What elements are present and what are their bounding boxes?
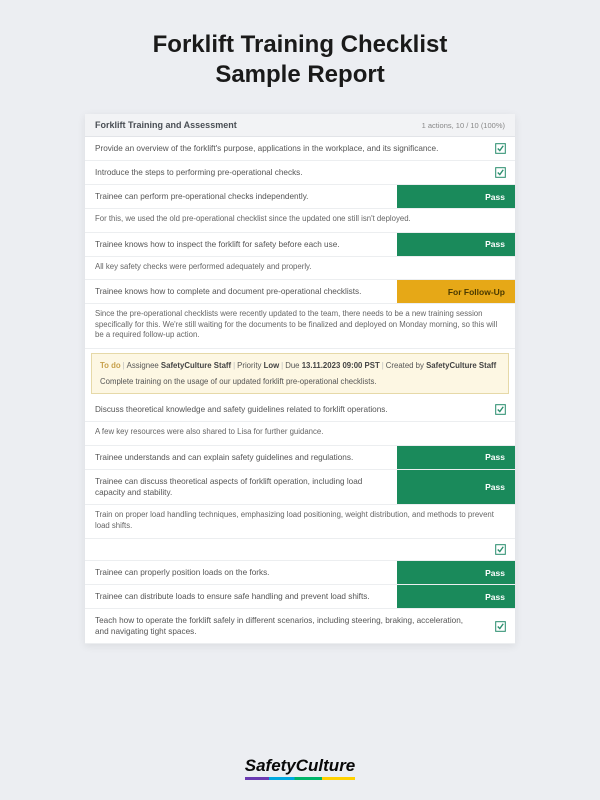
badge-row: Trainee knows how to inspect the forklif… bbox=[85, 233, 515, 257]
note-row: Since the pre-operational checklists wer… bbox=[85, 304, 515, 349]
check-row: Provide an overview of the forklift's pu… bbox=[85, 137, 515, 161]
status-badge: Pass bbox=[397, 561, 515, 584]
report-header-meta: 1 actions, 10 / 10 (100%) bbox=[422, 121, 505, 130]
report-header-title: Forklift Training and Assessment bbox=[95, 120, 237, 130]
report-header: Forklift Training and Assessment 1 actio… bbox=[85, 114, 515, 137]
badge-row: Trainee can discuss theoretical aspects … bbox=[85, 470, 515, 505]
check-icon bbox=[495, 621, 506, 632]
check-cell bbox=[485, 161, 515, 184]
row-text: Trainee understands and can explain safe… bbox=[85, 446, 397, 469]
todo-label: To do bbox=[100, 361, 121, 370]
status-badge: For Follow-Up bbox=[397, 280, 515, 303]
note-row: All key safety checks were performed ade… bbox=[85, 257, 515, 281]
check-icon bbox=[495, 167, 506, 178]
todo-box: To do|Assignee SafetyCulture Staff|Prior… bbox=[91, 353, 509, 394]
title-line2: Sample Report bbox=[215, 61, 384, 88]
check-row bbox=[85, 539, 515, 561]
check-icon bbox=[495, 404, 506, 415]
plain-row: Train on proper load handling techniques… bbox=[85, 505, 515, 539]
row-text: Trainee can discuss theoretical aspects … bbox=[85, 470, 397, 504]
check-row: Introduce the steps to performing pre-op… bbox=[85, 161, 515, 185]
check-row: Teach how to operate the forklift safely… bbox=[85, 609, 515, 644]
row-text: Trainee knows how to inspect the forklif… bbox=[85, 233, 397, 256]
check-cell bbox=[485, 137, 515, 160]
note-row: A few key resources were also shared to … bbox=[85, 422, 515, 446]
title-line1: Forklift Training Checklist bbox=[153, 31, 448, 58]
badge-row: Trainee knows how to complete and docume… bbox=[85, 280, 515, 304]
row-text: Teach how to operate the forklift safely… bbox=[85, 609, 485, 643]
row-text: Trainee can distribute loads to ensure s… bbox=[85, 585, 397, 608]
row-text: Provide an overview of the forklift's pu… bbox=[85, 137, 485, 160]
status-badge: Pass bbox=[397, 446, 515, 469]
brand-underline bbox=[245, 777, 355, 780]
check-icon bbox=[495, 544, 506, 555]
page-title: Forklift Training Checklist Sample Repor… bbox=[153, 30, 448, 90]
badge-row: Trainee can perform pre-operational chec… bbox=[85, 185, 515, 209]
row-text: Trainee can properly position loads on t… bbox=[85, 561, 397, 584]
status-badge: Pass bbox=[397, 233, 515, 256]
status-badge: Pass bbox=[397, 185, 515, 208]
badge-row: Trainee can distribute loads to ensure s… bbox=[85, 585, 515, 609]
row-text bbox=[85, 539, 485, 560]
check-cell bbox=[485, 539, 515, 560]
check-cell bbox=[485, 609, 515, 643]
check-cell bbox=[485, 398, 515, 421]
status-badge: Pass bbox=[397, 470, 515, 504]
todo-body: Complete training on the usage of our up… bbox=[100, 376, 500, 388]
check-row: Discuss theoretical knowledge and safety… bbox=[85, 398, 515, 422]
todo-meta: To do|Assignee SafetyCulture Staff|Prior… bbox=[100, 360, 500, 372]
badge-row: Trainee can properly position loads on t… bbox=[85, 561, 515, 585]
report-card: Forklift Training and Assessment 1 actio… bbox=[85, 114, 515, 644]
row-text: Discuss theoretical knowledge and safety… bbox=[85, 398, 485, 421]
check-icon bbox=[495, 143, 506, 154]
row-text: Trainee can perform pre-operational chec… bbox=[85, 185, 397, 208]
brand-logo: SafetyCulture bbox=[245, 738, 356, 780]
status-badge: Pass bbox=[397, 585, 515, 608]
badge-row: Trainee understands and can explain safe… bbox=[85, 446, 515, 470]
row-text: Trainee knows how to complete and docume… bbox=[85, 280, 397, 303]
note-row: For this, we used the old pre-operationa… bbox=[85, 209, 515, 233]
row-text: Introduce the steps to performing pre-op… bbox=[85, 161, 485, 184]
brand-text: SafetyCulture bbox=[245, 756, 356, 775]
report-rows: Provide an overview of the forklift's pu… bbox=[85, 137, 515, 644]
